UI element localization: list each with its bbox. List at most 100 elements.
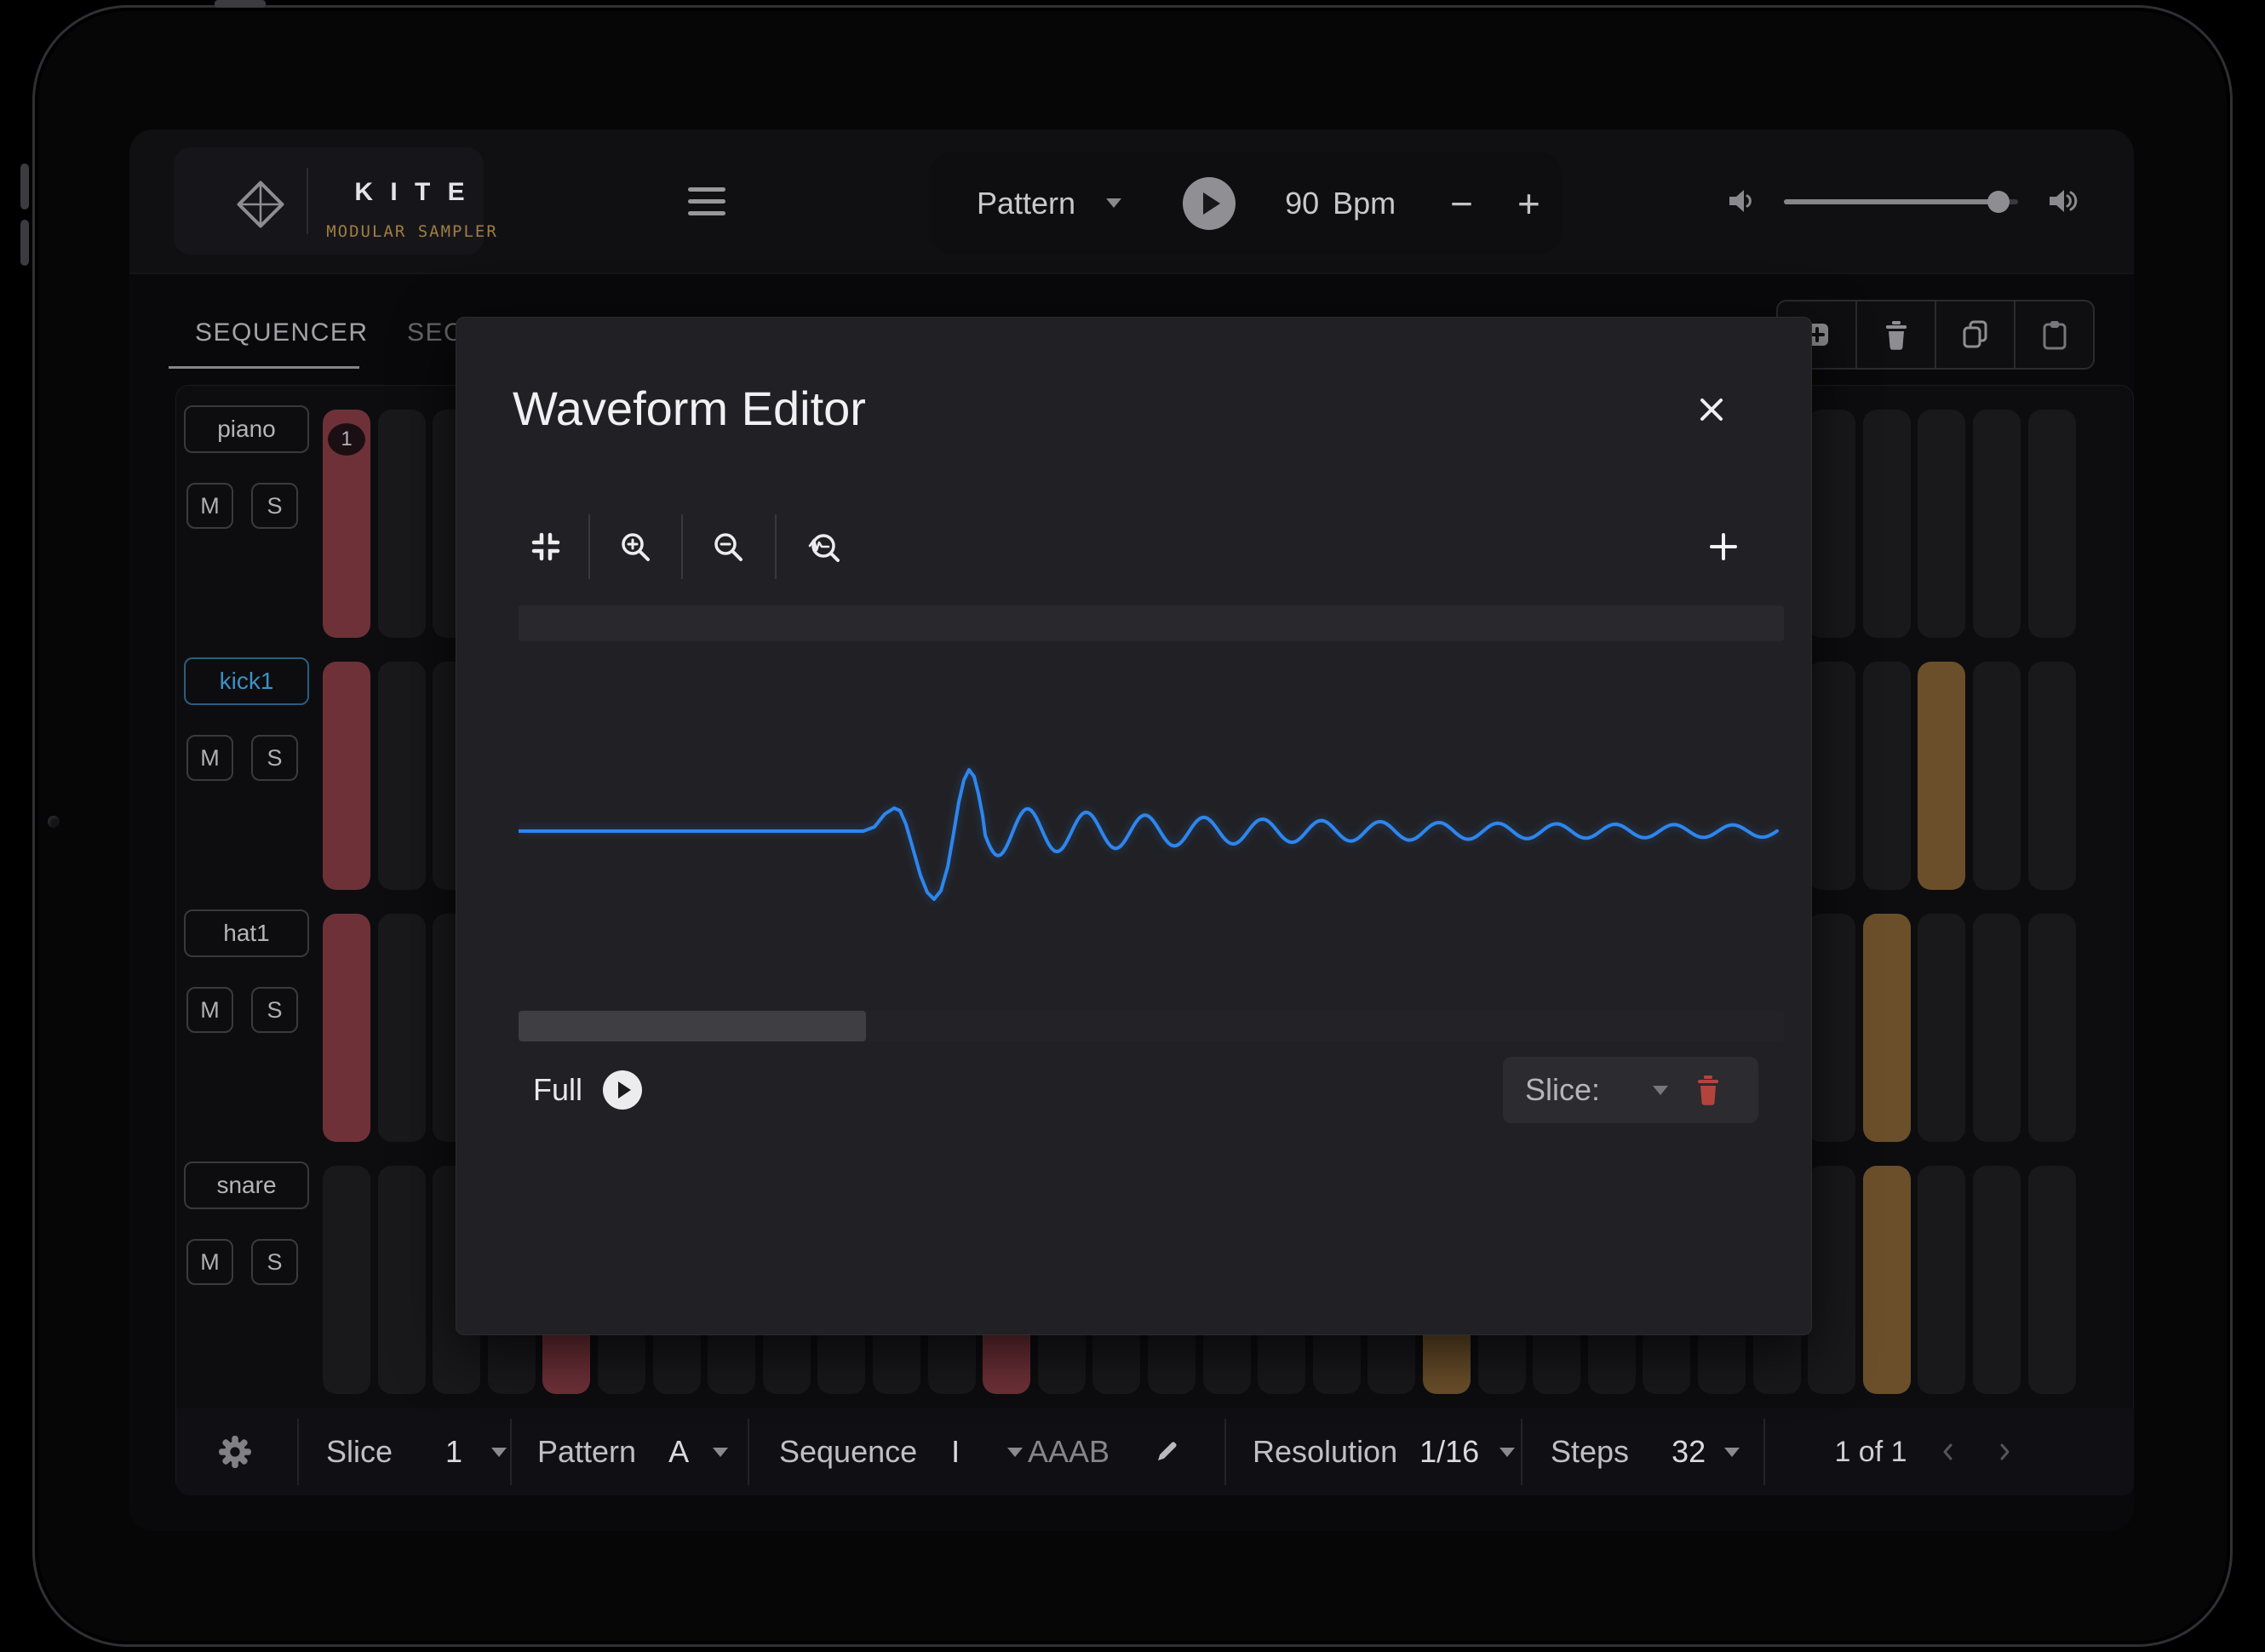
fit-view-button[interactable]: [529, 530, 563, 564]
divider: [748, 1419, 749, 1485]
chevron-down-icon: [1499, 1448, 1515, 1457]
slice-select-group: Slice:: [1503, 1057, 1758, 1123]
step-cell[interactable]: [1808, 914, 1855, 1142]
track-button-hat1[interactable]: hat1: [184, 909, 309, 957]
step-cell[interactable]: [1863, 914, 1911, 1142]
step-cell[interactable]: [323, 1166, 370, 1394]
step-cell[interactable]: [2028, 914, 2076, 1142]
mute-button-hat1[interactable]: M: [186, 987, 233, 1033]
waveform-scrollbar-thumb[interactable]: [519, 1011, 866, 1041]
power-hardware-button: [215, 0, 266, 8]
trash-icon: [1881, 318, 1912, 351]
zoom-in-button[interactable]: [618, 530, 652, 564]
step-cell[interactable]: [323, 914, 370, 1142]
copy-pattern-button[interactable]: [1935, 301, 2014, 368]
close-button[interactable]: [1696, 394, 1727, 425]
arrangement-value: AAAB: [1028, 1434, 1110, 1470]
zoom-to-waveform-button[interactable]: [805, 530, 839, 564]
step-cell[interactable]: [2028, 662, 2076, 890]
solo-button-snare[interactable]: S: [251, 1239, 298, 1285]
next-page-button[interactable]: [1992, 1408, 2017, 1495]
slice-dropdown[interactable]: [1653, 1086, 1668, 1095]
step-cell[interactable]: [1918, 662, 1965, 890]
mute-button-kick1[interactable]: M: [186, 735, 233, 781]
delete-pattern-button[interactable]: [1855, 301, 1935, 368]
step-cell[interactable]: [1863, 662, 1911, 890]
steps-selector[interactable]: Steps 32: [1551, 1408, 1740, 1495]
step-cell[interactable]: [378, 410, 426, 638]
logo-title: K I T E: [324, 178, 501, 207]
app-screen: K I T E MODULAR SAMPLER Pattern 90 Bpm −…: [129, 129, 2134, 1531]
step-cell[interactable]: [1808, 1166, 1855, 1394]
add-slice-button[interactable]: [1706, 530, 1740, 564]
divider: [1521, 1419, 1522, 1485]
step-cell[interactable]: [378, 914, 426, 1142]
track-button-kick1[interactable]: kick1: [184, 657, 309, 705]
step-cell[interactable]: [1863, 1166, 1911, 1394]
menu-hamburger-icon[interactable]: [688, 187, 725, 220]
pattern-selector[interactable]: Pattern A: [537, 1408, 728, 1495]
step-cell[interactable]: [378, 662, 426, 890]
step-cell[interactable]: [378, 1166, 426, 1394]
sequence-selector[interactable]: Sequence I: [779, 1408, 1023, 1495]
bpm-increase-button[interactable]: +: [1517, 181, 1540, 227]
step-cell[interactable]: [1808, 410, 1855, 638]
slice-selector[interactable]: Slice 1: [326, 1408, 507, 1495]
step-cell[interactable]: [1973, 914, 2021, 1142]
chevron-down-icon: [713, 1448, 728, 1457]
step-cell[interactable]: [1918, 1166, 1965, 1394]
step-cell[interactable]: [1973, 662, 2021, 890]
solo-button-hat1[interactable]: S: [251, 987, 298, 1033]
resolution-selector[interactable]: Resolution 1/16: [1253, 1408, 1515, 1495]
step-cell[interactable]: [1973, 410, 2021, 638]
step-cell[interactable]: [1918, 914, 1965, 1142]
sequence-label: Sequence: [779, 1434, 917, 1470]
divider: [681, 514, 683, 579]
play-full-button[interactable]: [603, 1070, 642, 1110]
paste-pattern-button[interactable]: [2014, 301, 2093, 368]
arrangement-display: AAAB: [1028, 1408, 1110, 1495]
transport-play-button[interactable]: [1183, 177, 1236, 230]
slice-number-badge: 1: [328, 423, 365, 456]
edit-arrangement-button[interactable]: [1152, 1408, 1181, 1495]
bpm-decrease-button[interactable]: −: [1450, 181, 1473, 227]
delete-slice-button[interactable]: [1694, 1073, 1723, 1107]
volume-slider-knob[interactable]: [1987, 191, 2010, 213]
solo-button-piano[interactable]: S: [251, 483, 298, 529]
chevron-left-icon: [1935, 1439, 1961, 1465]
volume-high-icon: [2048, 186, 2079, 216]
volume-up-hardware-button: [20, 163, 29, 209]
settings-gear-button[interactable]: [215, 1408, 255, 1495]
front-camera: [48, 816, 60, 828]
logo-subtitle: MODULAR SAMPLER: [318, 222, 506, 241]
step-cell[interactable]: [1863, 410, 1911, 638]
track-button-piano[interactable]: piano: [184, 405, 309, 453]
chevron-down-icon: [1007, 1448, 1023, 1457]
step-cell[interactable]: [1918, 410, 1965, 638]
solo-button-kick1[interactable]: S: [251, 735, 298, 781]
track-button-snare[interactable]: snare: [184, 1162, 309, 1209]
step-cell[interactable]: [2028, 410, 2076, 638]
pattern-mode-selector[interactable]: Pattern: [977, 186, 1075, 221]
prev-page-button[interactable]: [1935, 1408, 1961, 1495]
waveform-display[interactable]: [519, 650, 1784, 1007]
volume-slider[interactable]: [1784, 199, 2018, 204]
zoom-out-button[interactable]: [711, 530, 745, 564]
app-logo: K I T E MODULAR SAMPLER: [174, 147, 484, 255]
chevron-down-icon[interactable]: [1106, 198, 1121, 208]
step-cell[interactable]: [2028, 1166, 2076, 1394]
waveform-minimap[interactable]: [519, 605, 1784, 641]
pattern-edit-toolbar: [1776, 300, 2095, 370]
clipboard-icon: [2039, 318, 2070, 351]
tab-sequencer[interactable]: SEQUENCER: [195, 318, 369, 347]
copy-icon: [1959, 318, 1992, 351]
pencil-icon: [1152, 1437, 1181, 1466]
waveform-scrollbar[interactable]: [519, 1011, 1784, 1041]
kite-diamond-icon: [235, 177, 286, 232]
fit-view-icon: [529, 530, 563, 564]
step-cell[interactable]: [1973, 1166, 2021, 1394]
step-cell[interactable]: [1808, 662, 1855, 890]
mute-button-snare[interactable]: M: [186, 1239, 233, 1285]
step-cell[interactable]: [323, 662, 370, 890]
mute-button-piano[interactable]: M: [186, 483, 233, 529]
